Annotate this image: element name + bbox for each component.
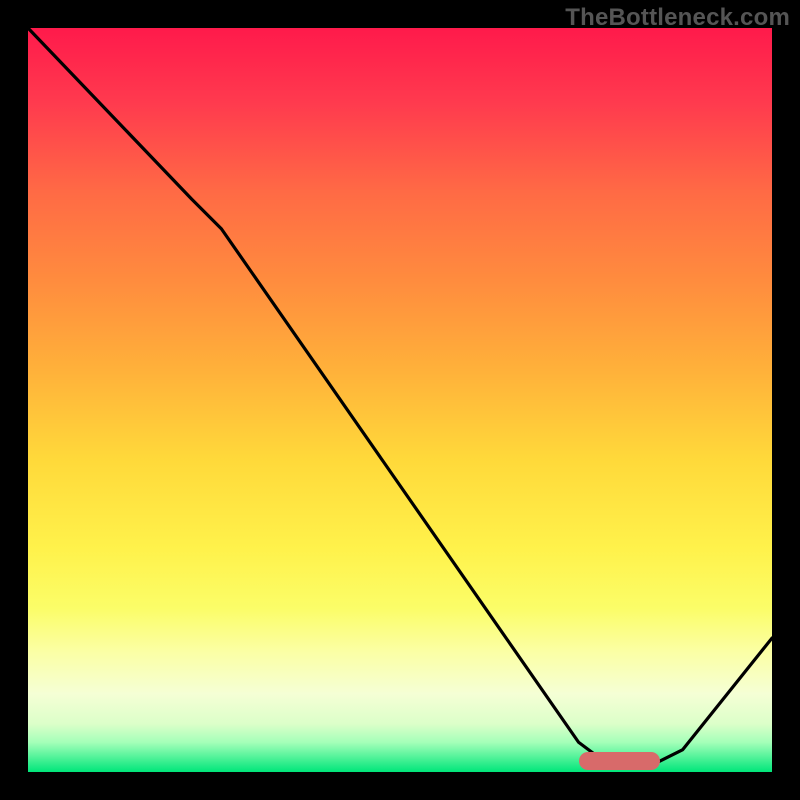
optimal-range-marker bbox=[579, 752, 661, 770]
chart-frame: TheBottleneck.com bbox=[0, 0, 800, 800]
bottleneck-curve bbox=[28, 28, 772, 772]
plot-area bbox=[28, 28, 772, 772]
